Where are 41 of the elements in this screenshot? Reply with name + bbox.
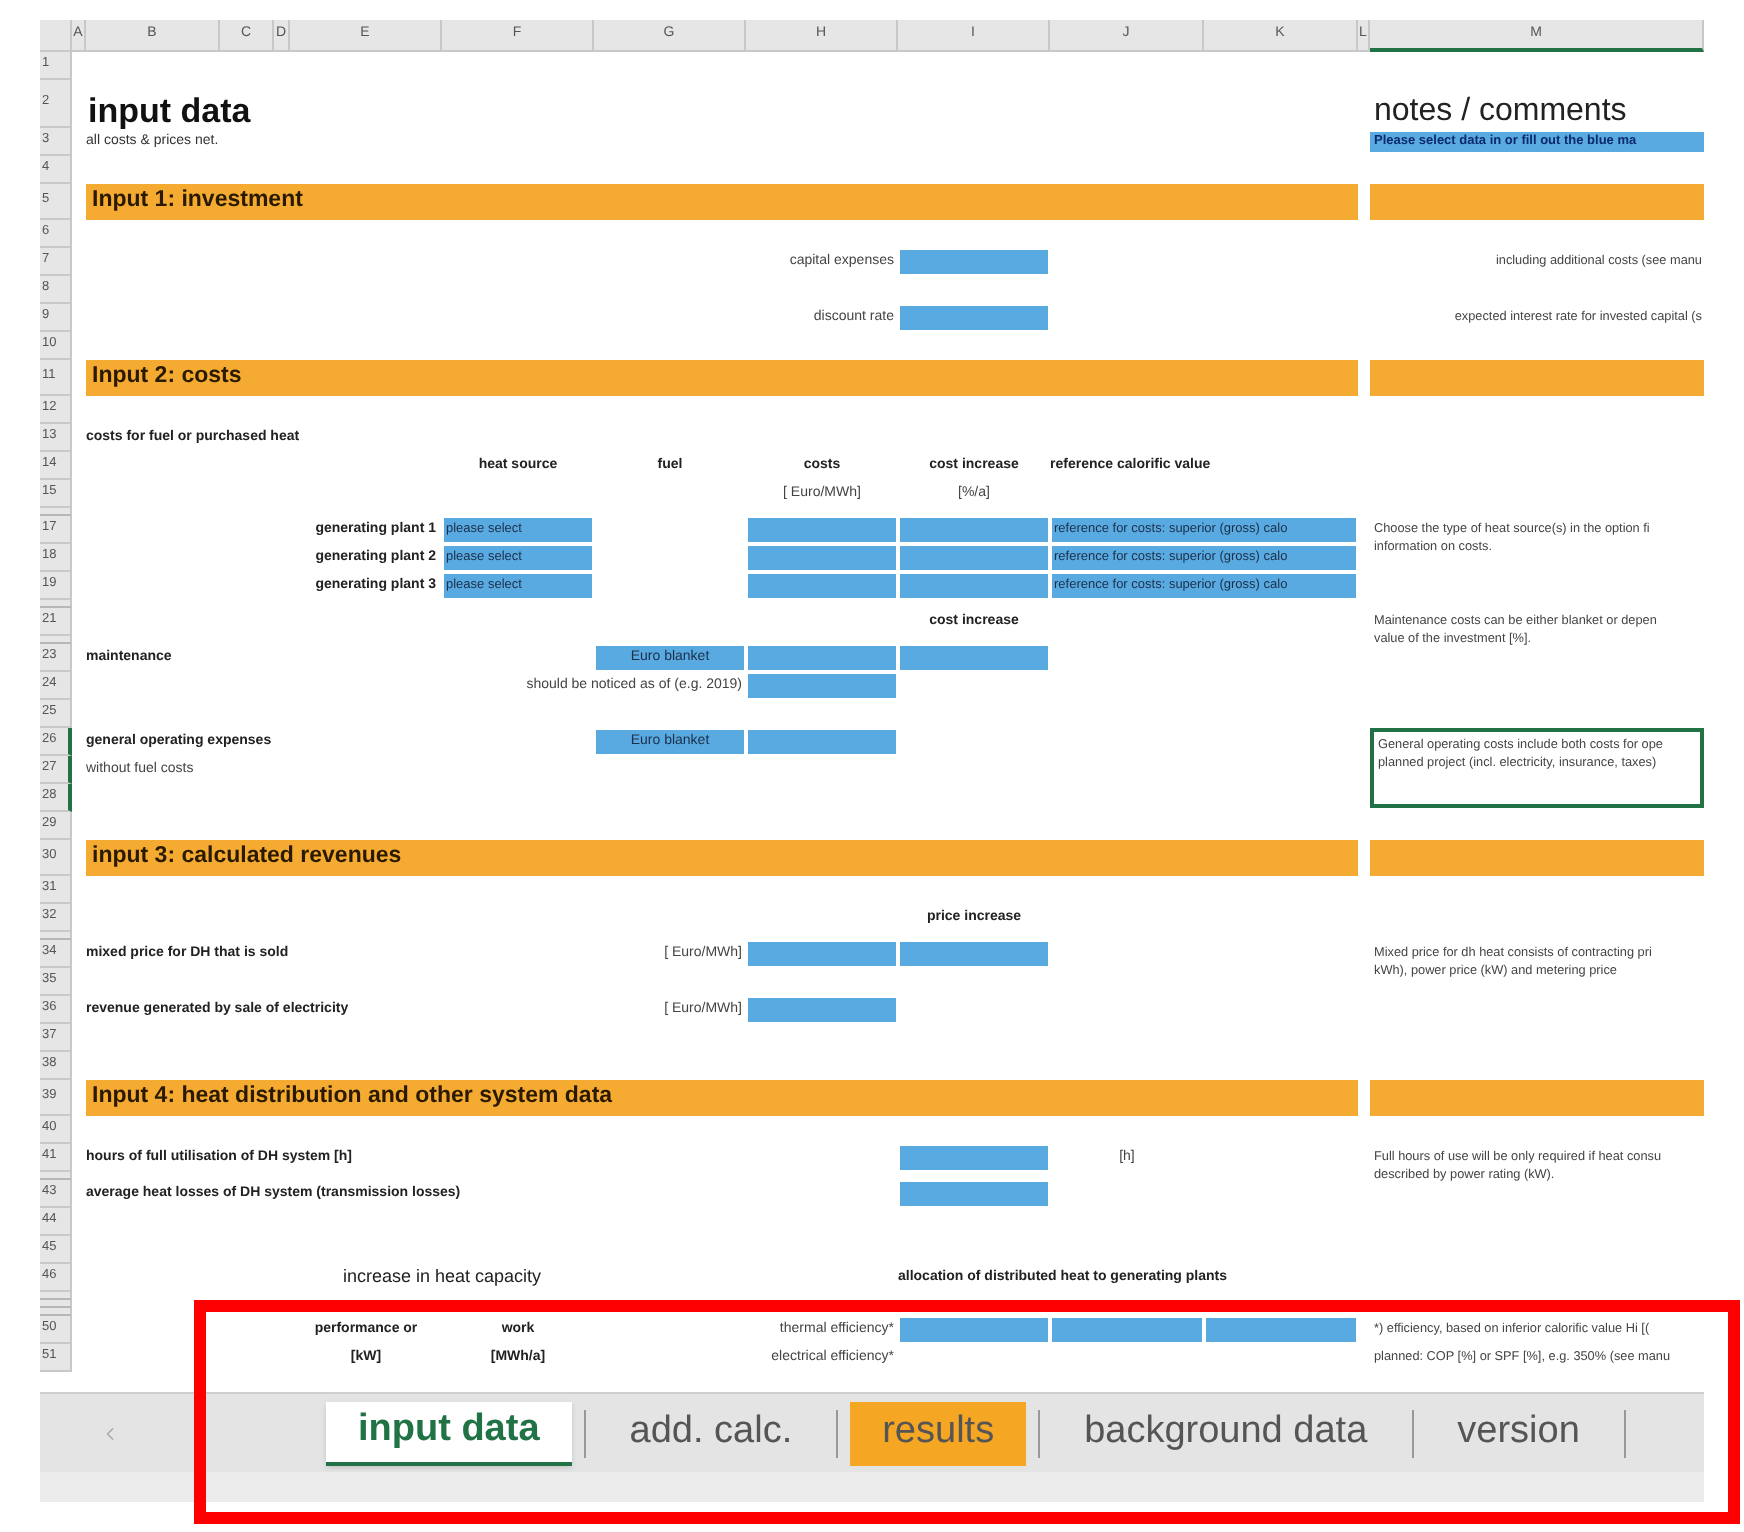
notes-heading: notes / comments	[1372, 96, 1627, 128]
subheading: increase in heat capacity	[342, 1264, 542, 1291]
input-cell[interactable]	[748, 546, 896, 570]
input-cell[interactable]	[900, 1146, 1048, 1170]
input-cell[interactable]	[1052, 1318, 1202, 1342]
sheet-tab[interactable]: results	[850, 1401, 1027, 1465]
sheet-tab[interactable]: add. calc.	[597, 1401, 825, 1465]
row-number[interactable]	[40, 1308, 72, 1316]
sheet-tab[interactable]: background data	[1052, 1401, 1400, 1465]
section-header: Input 2: costs	[86, 360, 1358, 396]
row-number[interactable]	[40, 636, 72, 644]
input-cell[interactable]	[748, 998, 896, 1022]
input-cell[interactable]	[900, 1182, 1048, 1206]
input-cell[interactable]	[900, 306, 1048, 330]
row-number[interactable]	[40, 932, 72, 940]
row-number[interactable]	[40, 508, 72, 516]
input-cell[interactable]	[748, 518, 896, 542]
input-cell[interactable]	[900, 546, 1048, 570]
input-cell[interactable]	[900, 942, 1048, 966]
input-cell[interactable]	[748, 942, 896, 966]
sheet-tab[interactable]: input data	[326, 1401, 572, 1465]
input-cell[interactable]	[900, 518, 1048, 542]
input-cell[interactable]	[900, 1318, 1048, 1342]
row-number[interactable]	[40, 600, 72, 608]
section-header: Input 4: heat distribution and other system data	[86, 1080, 1358, 1116]
input-cell[interactable]	[1206, 1318, 1356, 1342]
section-header: input 3: calculated revenues	[86, 840, 1358, 876]
input-cell[interactable]	[748, 646, 896, 670]
input-cell[interactable]	[900, 574, 1048, 598]
sheet-title: input data	[88, 94, 251, 128]
section-header: Input 1: investment	[86, 184, 1358, 220]
row-number[interactable]	[40, 1292, 72, 1300]
row-number[interactable]	[40, 1172, 72, 1180]
input-cell[interactable]	[748, 730, 896, 754]
row-number[interactable]	[40, 1300, 72, 1308]
input-cell[interactable]	[748, 674, 896, 698]
sheet-tab[interactable]: version	[1425, 1401, 1612, 1465]
select-all-corner[interactable]	[40, 20, 72, 52]
input-cell[interactable]	[900, 646, 1048, 670]
input-cell[interactable]	[748, 574, 896, 598]
input-cell[interactable]	[900, 250, 1048, 274]
